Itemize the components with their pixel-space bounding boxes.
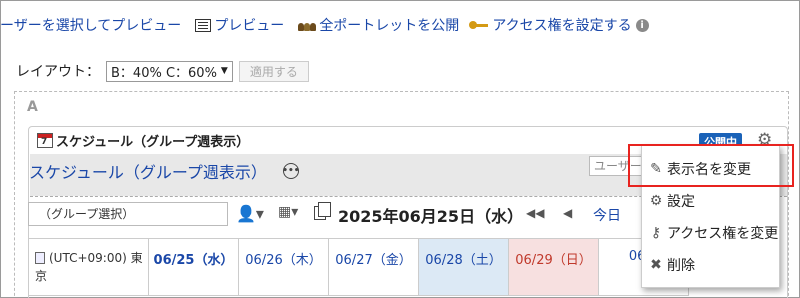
group-select[interactable]: （グループ選択） [28,202,228,226]
menu-item-label: 設定 [667,194,695,210]
timezone-icon [35,252,45,264]
layout-select-value: B：40% C：60% [111,65,217,81]
layout-row: レイアウト： B：40% C：60% ▼ 適用する [16,60,309,82]
menu-item-change-access[interactable]: ⚷ アクセス権を変更 [642,218,781,248]
timezone-label-cont: 京 [35,269,48,283]
menu-item-settings[interactable]: ⚙ 設定 [642,186,781,216]
today-link[interactable]: 今日 [593,205,621,225]
portlet-title: スケジュール（グループ週表示） [56,135,250,150]
top-toolbar: ーザーを選択してプレビュー プレビュー 全ポートレットを公開 アクセス権を設定す… [0,14,649,36]
area-label: A [27,99,38,115]
publish-all-link[interactable]: 全ポートレットを公開 [298,15,459,35]
user-picker-icon[interactable]: 👤▾ [236,204,264,223]
more-options-icon[interactable]: ••• [282,163,300,179]
schedule-table: (UTC+09:00) 東 京 06/25（水） 06/26（木） 06/27（… [28,238,689,296]
day-header-cell[interactable]: 06/28（土） [418,238,509,296]
portlet-heading-link[interactable]: スケジュール（グループ週表示） [29,159,267,183]
preview-icon [195,18,212,32]
layout-label: レイアウト： [16,64,100,80]
apply-button[interactable]: 適用する [238,60,309,82]
prev-day-icon[interactable]: ◀ [563,206,572,220]
select-user-preview-link[interactable]: ーザーを選択してプレビュー [0,15,181,35]
key-icon: ⚷ [650,225,662,241]
close-icon: ✖ [650,257,662,273]
gear-icon: ⚙ [649,193,663,209]
copy-icon[interactable] [314,202,331,220]
info-icon[interactable]: i [635,18,649,32]
people-icon [298,19,317,31]
preview-link[interactable]: プレビュー [195,15,284,35]
select-user-preview-label: ーザーを選択してプレビュー [0,18,182,34]
calendar-icon [37,133,53,148]
day-header-cell[interactable]: 06/27（金） [328,238,419,296]
menu-item-label: 削除 [667,258,695,274]
schedule-nav-row: （グループ選択） 👤▾ ▦▾ 2025年06月25日（水） ◀◀ ◀ 今日 [28,200,648,228]
prev-week-icon[interactable]: ◀◀ [526,206,544,220]
timezone-label: (UTC+09:00) 東 [49,251,143,265]
menu-item-label: アクセス権を変更 [667,226,779,242]
set-access-label: アクセス権を設定する [492,18,632,34]
layout-select[interactable]: B：40% C：60% ▼ [106,60,233,82]
highlight-annotation [628,144,794,187]
day-header-cell[interactable]: 06/29（日） [508,238,599,296]
portlet-heading: スケジュール（グループ週表示） ••• [29,159,300,183]
key-icon [469,20,489,30]
set-access-link[interactable]: アクセス権を設定する [469,15,632,35]
preview-label: プレビュー [214,18,285,34]
publish-all-label: 全ポートレットを公開 [319,18,460,34]
current-date: 2025年06月25日（水） [338,207,524,226]
table-row: (UTC+09:00) 東 京 06/25（水） 06/26（木） 06/27（… [28,238,689,296]
day-header-cell[interactable]: 06/25（水） [148,238,239,296]
chevron-down-icon: ▼ [220,66,228,76]
day-header-cell[interactable]: 06/26（木） [238,238,329,296]
menu-item-delete[interactable]: ✖ 削除 [642,250,781,280]
timezone-cell: (UTC+09:00) 東 京 [28,238,149,296]
facility-picker-icon[interactable]: ▦▾ [278,204,298,220]
